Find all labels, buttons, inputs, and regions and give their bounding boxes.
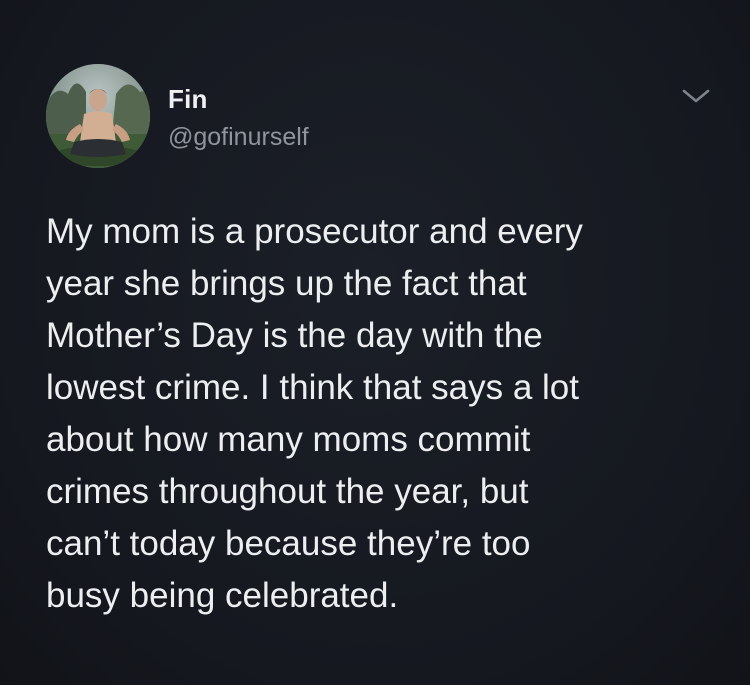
tweet-text-line: year she brings up the fact that — [46, 264, 527, 303]
display-name[interactable]: Fin — [168, 84, 208, 115]
username-handle[interactable]: @gofinurself — [168, 123, 309, 152]
tweet-text-line: lowest crime. I think that says a lot — [46, 368, 579, 407]
tweet-text: My mom is a prosecutor and every year sh… — [46, 206, 726, 622]
tweet-text-line: busy being celebrated. — [46, 576, 399, 615]
tweet-menu-button[interactable] — [676, 80, 716, 110]
tweet-text-line: crimes throughout the year, but — [46, 472, 529, 511]
tweet-card: Fin @gofinurself My mom is a prosecutor … — [0, 0, 750, 685]
tweet-text-line: about how many moms commit — [46, 420, 531, 459]
avatar[interactable] — [46, 64, 150, 168]
tweet-text-line: Mother’s Day is the day with the — [46, 316, 543, 355]
chevron-down-icon — [682, 89, 710, 103]
profile-photo-icon — [46, 64, 150, 168]
tweet-text-line: My mom is a prosecutor and every — [46, 212, 583, 251]
tweet-text-line: can’t today because they’re too — [46, 524, 531, 563]
